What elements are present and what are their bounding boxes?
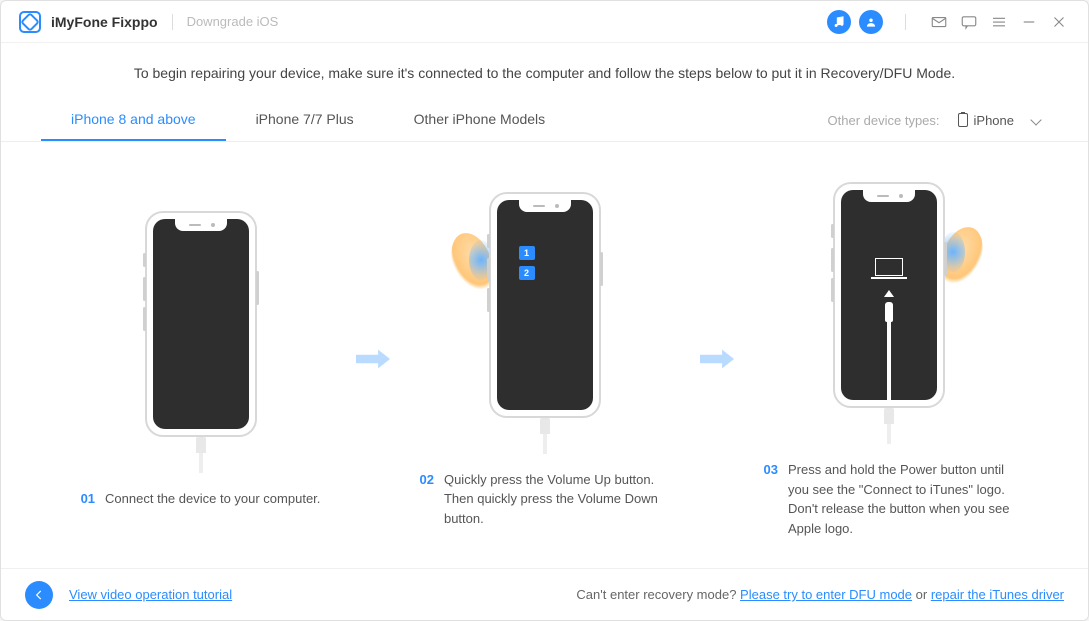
steps-content: 01 Connect the device to your computer. … <box>1 142 1088 568</box>
step-description: Quickly press the Volume Up button. Then… <box>444 470 670 529</box>
badge-2: 2 <box>519 266 535 280</box>
footer-help: Can't enter recovery mode? Please try to… <box>576 587 1064 602</box>
step-3: 03 Press and hold the Power button until… <box>764 182 1014 538</box>
footer: View video operation tutorial Can't ente… <box>1 568 1088 620</box>
step-description: Press and hold the Power button until yo… <box>788 460 1014 538</box>
app-logo-icon <box>19 11 41 33</box>
close-icon[interactable] <box>1048 11 1070 33</box>
divider <box>905 14 906 30</box>
phone-icon <box>958 113 968 127</box>
device-type-dropdown[interactable]: iPhone <box>950 109 1048 132</box>
lightning-cable-icon <box>885 302 893 322</box>
tab-other-iphone[interactable]: Other iPhone Models <box>384 99 576 141</box>
user-icon[interactable] <box>859 10 883 34</box>
help-text: Can't enter recovery mode? <box>576 587 740 602</box>
titlebar-actions <box>827 10 1070 34</box>
other-device-label: Other device types: <box>828 113 940 128</box>
app-name: iMyFone Fixppo <box>51 14 158 30</box>
back-button[interactable] <box>25 581 53 609</box>
breadcrumb: Downgrade iOS <box>187 14 279 29</box>
menu-icon[interactable] <box>988 11 1010 33</box>
titlebar: iMyFone Fixppo Downgrade iOS <box>1 1 1088 43</box>
app-window: iMyFone Fixppo Downgrade iOS To begin re… <box>0 0 1089 621</box>
device-type-value: iPhone <box>974 113 1014 128</box>
music-icon[interactable] <box>827 10 851 34</box>
instruction-text: To begin repairing your device, make sur… <box>1 43 1088 99</box>
feedback-icon[interactable] <box>958 11 980 33</box>
minimize-icon[interactable] <box>1018 11 1040 33</box>
arrow-up-icon <box>884 290 894 297</box>
laptop-icon <box>871 258 907 280</box>
mail-icon[interactable] <box>928 11 950 33</box>
tab-iphone8-above[interactable]: iPhone 8 and above <box>41 99 226 141</box>
divider <box>172 14 173 30</box>
phone-illustration <box>137 211 265 471</box>
arrow-right-icon <box>700 344 734 376</box>
dfu-mode-link[interactable]: Please try to enter DFU mode <box>740 587 912 602</box>
chevron-down-icon <box>1030 114 1041 125</box>
arrow-right-icon <box>356 344 390 376</box>
step-2: 1 2 02 Quickly press the Volume Up butto… <box>420 192 670 529</box>
badge-1: 1 <box>519 246 535 260</box>
phone-illustration: 1 2 <box>481 192 609 452</box>
or-text: or <box>912 587 931 602</box>
tab-iphone7[interactable]: iPhone 7/7 Plus <box>226 99 384 141</box>
step-1: 01 Connect the device to your computer. <box>76 211 326 509</box>
step-description: Connect the device to your computer. <box>105 489 320 509</box>
device-tabs: iPhone 8 and above iPhone 7/7 Plus Other… <box>1 99 1088 142</box>
other-device-types: Other device types: iPhone <box>828 109 1048 132</box>
step-number: 01 <box>81 489 95 509</box>
phone-illustration <box>825 182 953 442</box>
step-number: 02 <box>420 470 434 529</box>
step-number: 03 <box>764 460 778 538</box>
repair-driver-link[interactable]: repair the iTunes driver <box>931 587 1064 602</box>
video-tutorial-link[interactable]: View video operation tutorial <box>69 587 232 602</box>
